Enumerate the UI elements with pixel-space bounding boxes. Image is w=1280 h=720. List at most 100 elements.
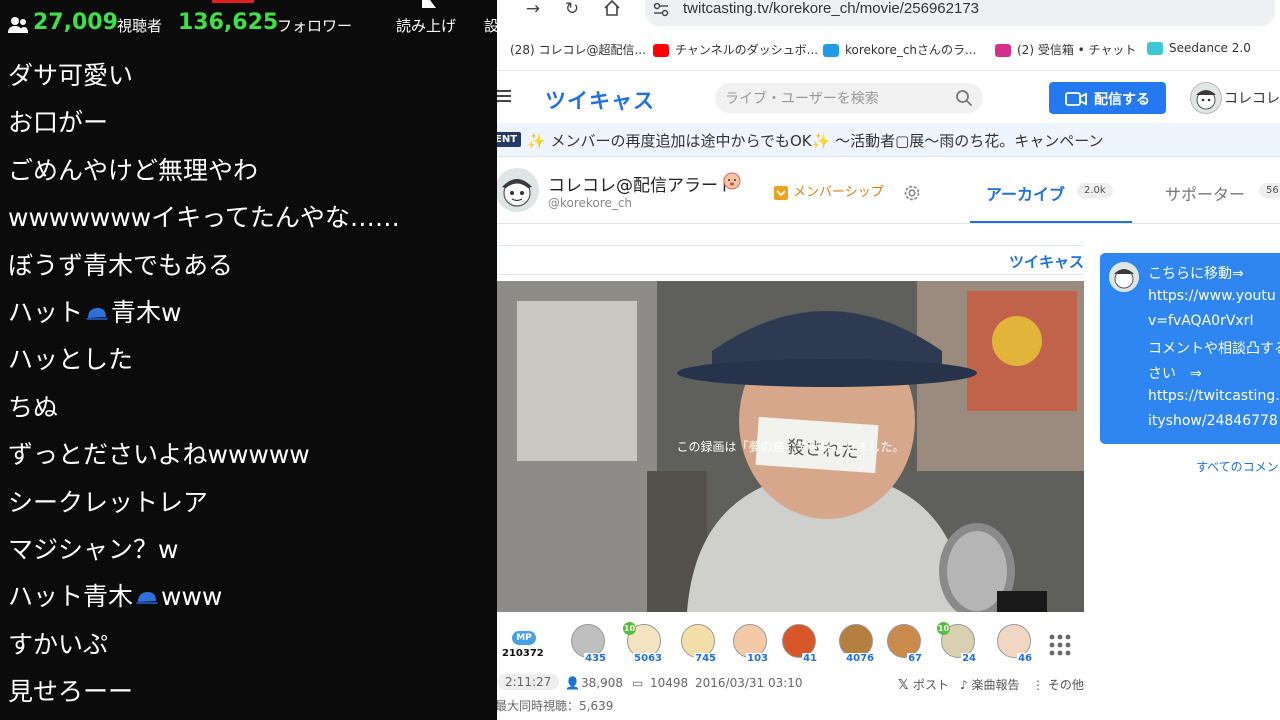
comment-text: ごめんやけど無理やわ [8,155,259,185]
comment-text: ずっとださいよねwwwww [8,440,310,470]
comment-text: お口がー [8,108,109,138]
pinned-comment-line: コメントや相談凸する [1148,341,1280,357]
site-logo[interactable]: ツイキャス [545,85,655,115]
comment-text: すかいぷ [8,629,109,659]
user-name[interactable]: コレコレ@ [1224,88,1280,108]
overlay-comment: ぼうず青木でもある [8,246,488,293]
comment-avatar[interactable] [1109,262,1139,292]
bookmark-label: (28) コレコレ@超配信... [510,43,646,57]
reload-icon[interactable]: ↻ [561,0,583,18]
overlay-comment: マジシャン？w [8,530,488,577]
comment-text: wwwwwwwイキってたんやな…… [8,203,400,233]
gift-count: 745 [694,653,717,664]
comment-text: 見せろーー [8,677,134,707]
gear-icon[interactable] [902,183,922,203]
followers-count: 136,625 [178,10,279,35]
gift-item[interactable]: 745 [677,622,717,664]
home-icon[interactable] [603,0,621,16]
bookmark-label: (2) 受信箱 • チャット [1017,43,1137,57]
address-url[interactable]: twitcasting.tv/korekore_ch/movie/2569621… [683,0,979,17]
overlay-comment: ちぬ [8,388,488,435]
tts-button[interactable]: 読み上げ [396,15,456,36]
gift-count: 41 [802,653,818,664]
banner-text[interactable]: ✨ メンバーの再度追加は途中からでもOK✨ ～活動者▢展～雨のち花。キャンペーン [527,130,1104,151]
speaker-icon[interactable] [420,0,442,10]
see-all-comments-link[interactable]: すべてのコメン [1196,458,1279,475]
bookmark-item[interactable]: (28) コレコレ@超配信... [504,41,646,58]
mp-points[interactable]: MP 210372 [499,622,544,664]
membership-icon[interactable] [773,185,789,201]
pinned-comment-line[interactable]: https://www.youtu [1148,288,1276,304]
overlay-comment: ごめんやけど無理やわ [8,151,488,198]
gift-item[interactable]: 46 [993,622,1033,664]
followers-label: フォロワー [277,17,353,35]
user-avatar[interactable] [1190,82,1222,114]
gift-item[interactable]: 10 24 [937,622,977,664]
comment-text: ぼうず青木でもある [8,250,234,280]
membership-link[interactable]: メンバーシップ [793,181,884,200]
tab-supporter[interactable]: サポーター [1165,181,1245,205]
video-player[interactable]: 殺された この録画は「夢の島」で削除されました。 [497,281,1084,612]
overlay-comment: ハッとした [8,340,488,387]
overlay-comment: wwwwwwwイキってたんやな…… [8,198,488,245]
site-info-icon[interactable] [653,3,669,17]
bookmark-item[interactable]: (2) 受信箱 • チャット [995,41,1136,58]
overlay-comment: お口がー [8,103,488,150]
pinned-comment: こちらに移動⇒ https://www.youtu v=fvAQA0rVxrI コメン… [1100,253,1280,444]
overlay-comment: ダサ可愛い [8,56,488,103]
comment-text: マジシャン？w [8,534,179,564]
gift-item[interactable]: 435 [567,622,607,664]
twitcasting-icon [823,44,839,57]
channel-avatar[interactable] [497,168,539,212]
player-title-bar: ツイキャス [497,245,1084,275]
comment-icon: ▭ [632,676,644,690]
player-bar-text: ツイキャス [1008,253,1084,271]
comment-text: ちぬ [8,392,59,422]
overlay-comment: ずっとださいよねwwwww [8,435,488,482]
gift-count: 4076 [845,653,875,664]
overlay-settings-button[interactable]: 設 [484,15,497,36]
forward-icon[interactable]: → [522,0,544,18]
menu-icon[interactable] [497,89,511,103]
comment-text: ダサ可愛い [8,61,134,90]
youtube-icon [653,44,669,57]
bookmark-item[interactable]: チャンネルのダッシュボ... [653,41,818,58]
bookmark-item[interactable]: korekore_chさんのラ... [823,41,976,58]
gift-item[interactable]: 67 [883,622,923,664]
pinned-comment-line: さい ⇒ [1148,366,1202,382]
deleted-message: この録画は「夢の島」で削除されました。 [676,440,905,454]
comment-text: ハット青木 [8,582,134,612]
channel-name[interactable]: コレコレ@配信アラート [548,171,735,196]
instagram-icon [995,44,1011,57]
camera-icon [1065,92,1087,106]
post-button[interactable]: 𝕏 ポスト [898,676,949,693]
gift-count: 435 [584,653,607,664]
overlay-comment: 見せろーー [8,672,488,719]
gift-item[interactable]: 103 [729,622,769,664]
broadcast-button[interactable]: 配信する [1049,82,1166,114]
bookmarks-bar: (28) コレコレ@超配信... チャンネルのダッシュボ... korekore_c… [497,34,1280,64]
more-icon: ⋮ [1032,678,1048,692]
seedance-icon [1147,42,1163,55]
peak-viewers: 最大同時視聴：5,639 [497,699,614,713]
search-placeholder[interactable]: ライブ・ユーザーを検索 [725,88,879,108]
bookmark-item[interactable]: Seedance 2.0 [1147,41,1251,55]
more-button[interactable]: ⋮ その他 [1032,676,1084,693]
overlay-comment: ハット青木 www [8,577,488,624]
search-icon[interactable] [955,89,973,107]
gift-item[interactable]: 4076 [835,622,875,664]
bookmark-label: チャンネルのダッシュボ... [675,43,819,57]
gift-count: 46 [1017,653,1033,664]
face-emoji-icon [723,172,741,190]
gift-item[interactable]: 10 5063 [623,622,663,664]
campaign-banner[interactable]: ENT ✨ メンバーの再度追加は途中からでもOK✨ ～活動者▢展～雨のち花。キャ… [497,123,1280,157]
grid-menu-icon[interactable] [1049,634,1071,656]
overlay-comment: すかいぷ [8,625,488,672]
comment-list: ダサ可愛いお口がーごめんやけど無理やわ wwwwwwwイキってたんやな…… ぼうず青… [8,56,488,719]
pinned-comment-line[interactable]: https://twitcasting. [1148,388,1280,404]
gift-item[interactable]: 41 [778,622,818,664]
pinned-comment-line: ityshow/24846778 [1148,413,1278,429]
tab-archive[interactable]: アーカイブ [986,181,1065,205]
music-report-button[interactable]: ♪ 楽曲報告 [960,676,1020,693]
gift-count: 24 [961,653,977,664]
